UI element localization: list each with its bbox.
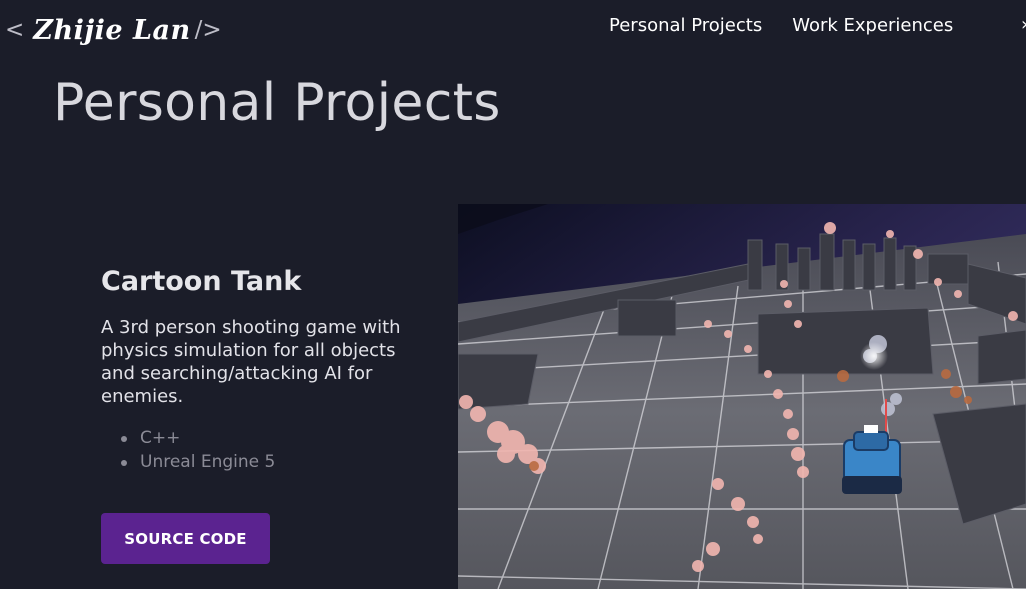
tech-tag-list: C++ Unreal Engine 5 (100, 426, 275, 474)
page-title: Personal Projects (53, 73, 501, 133)
game-scene-image (458, 204, 1026, 589)
brand-logo[interactable]: < Zhijie Lan /> (5, 8, 222, 52)
project-title: Cartoon Tank (101, 266, 302, 297)
project-description: A 3rd person shooting game with physics … (101, 317, 401, 407)
tech-tag: Unreal Engine 5 (100, 450, 275, 474)
nav-link-work-experiences[interactable]: Work Experiences (792, 12, 953, 40)
nav-link-personal-projects[interactable]: Personal Projects (609, 12, 762, 40)
source-code-button[interactable]: SOURCE CODE (101, 513, 270, 564)
page: < Zhijie Lan /> Personal Projects Work E… (0, 0, 1026, 589)
brand-name: Zhijie Lan (33, 14, 191, 46)
project-screenshot (458, 204, 1026, 589)
nav-overflow-clipped: › (1021, 17, 1026, 33)
top-nav: Personal Projects Work Experiences (609, 12, 953, 40)
brand-close-bracket: /> (194, 17, 222, 43)
brand-open-bracket: < (5, 17, 25, 43)
tech-tag: C++ (100, 426, 275, 450)
